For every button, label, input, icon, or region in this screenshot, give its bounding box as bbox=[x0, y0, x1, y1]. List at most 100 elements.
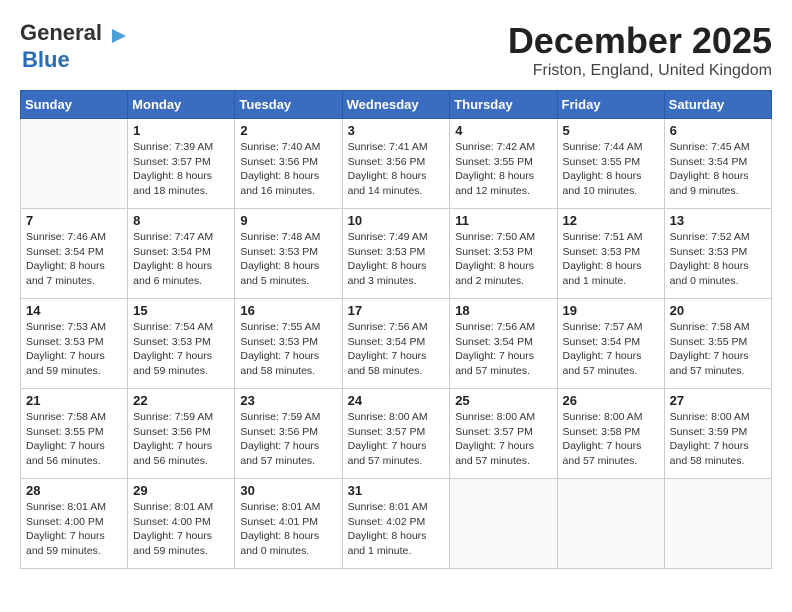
day-info: Sunrise: 8:01 AM Sunset: 4:01 PM Dayligh… bbox=[240, 500, 336, 559]
calendar-cell: 24 Sunrise: 8:00 AM Sunset: 3:57 PM Dayli… bbox=[342, 389, 450, 479]
calendar-cell: 11Sunrise: 7:50 AM Sunset: 3:53 PM Dayli… bbox=[450, 209, 557, 299]
calendar-cell: 2 Sunrise: 7:40 AM Sunset: 3:56 PM Daylig… bbox=[235, 119, 342, 209]
day-number: 21 bbox=[26, 393, 122, 408]
calendar-cell: 16 Sunrise: 7:55 AM Sunset: 3:53 PM Dayli… bbox=[235, 299, 342, 389]
calendar-week: 21Sunrise: 7:58 AM Sunset: 3:55 PM Dayli… bbox=[21, 389, 772, 479]
day-number: 2 bbox=[240, 123, 336, 138]
day-number: 19 bbox=[563, 303, 659, 318]
header-day: Friday bbox=[557, 91, 664, 119]
calendar-cell: 25 Sunrise: 8:00 AM Sunset: 3:57 PM Dayli… bbox=[450, 389, 557, 479]
calendar-cell: 31 Sunrise: 8:01 AM Sunset: 4:02 PM Dayli… bbox=[342, 479, 450, 569]
day-number: 16 bbox=[240, 303, 336, 318]
calendar-cell: 21Sunrise: 7:58 AM Sunset: 3:55 PM Dayli… bbox=[21, 389, 128, 479]
calendar-cell: 1 Sunrise: 7:39 AM Sunset: 3:57 PM Daylig… bbox=[128, 119, 235, 209]
calendar-table: SundayMondayTuesdayWednesdayThursdayFrid… bbox=[20, 90, 772, 569]
day-info: Sunrise: 7:57 AM Sunset: 3:54 PM Dayligh… bbox=[563, 320, 659, 379]
day-info: Sunrise: 7:46 AM Sunset: 3:54 PM Dayligh… bbox=[26, 230, 122, 289]
logo: General Blue bbox=[20, 20, 130, 73]
day-info: Sunrise: 7:41 AM Sunset: 3:56 PM Dayligh… bbox=[348, 140, 445, 199]
calendar-cell: 3 Sunrise: 7:41 AM Sunset: 3:56 PM Daylig… bbox=[342, 119, 450, 209]
day-info: Sunrise: 7:45 AM Sunset: 3:54 PM Dayligh… bbox=[670, 140, 766, 199]
header-day: Monday bbox=[128, 91, 235, 119]
day-number: 18 bbox=[455, 303, 551, 318]
calendar-cell: 26 Sunrise: 8:00 AM Sunset: 3:58 PM Dayli… bbox=[557, 389, 664, 479]
day-info: Sunrise: 7:47 AM Sunset: 3:54 PM Dayligh… bbox=[133, 230, 229, 289]
day-number: 6 bbox=[670, 123, 766, 138]
day-number: 29 bbox=[133, 483, 229, 498]
day-number: 8 bbox=[133, 213, 229, 228]
day-info: Sunrise: 8:00 AM Sunset: 3:59 PM Dayligh… bbox=[670, 410, 766, 469]
day-info: Sunrise: 7:49 AM Sunset: 3:53 PM Dayligh… bbox=[348, 230, 445, 289]
day-info: Sunrise: 7:58 AM Sunset: 3:55 PM Dayligh… bbox=[670, 320, 766, 379]
day-number: 5 bbox=[563, 123, 659, 138]
calendar-cell: 19 Sunrise: 7:57 AM Sunset: 3:54 PM Dayli… bbox=[557, 299, 664, 389]
calendar-cell: 15 Sunrise: 7:54 AM Sunset: 3:53 PM Dayli… bbox=[128, 299, 235, 389]
day-number: 30 bbox=[240, 483, 336, 498]
calendar-cell: 30 Sunrise: 8:01 AM Sunset: 4:01 PM Dayli… bbox=[235, 479, 342, 569]
day-info: Sunrise: 7:53 AM Sunset: 3:53 PM Dayligh… bbox=[26, 320, 122, 379]
calendar-cell: 6 Sunrise: 7:45 AM Sunset: 3:54 PM Daylig… bbox=[664, 119, 771, 209]
calendar-cell: 23Sunrise: 7:59 AM Sunset: 3:56 PM Dayli… bbox=[235, 389, 342, 479]
header-day: Sunday bbox=[21, 91, 128, 119]
logo-line2: Blue bbox=[22, 47, 70, 72]
day-info: Sunrise: 7:56 AM Sunset: 3:54 PM Dayligh… bbox=[455, 320, 551, 379]
logo-icon bbox=[108, 25, 130, 47]
calendar-cell: 7 Sunrise: 7:46 AM Sunset: 3:54 PM Daylig… bbox=[21, 209, 128, 299]
day-number: 14 bbox=[26, 303, 122, 318]
day-number: 3 bbox=[348, 123, 445, 138]
day-number: 1 bbox=[133, 123, 229, 138]
day-info: Sunrise: 8:01 AM Sunset: 4:00 PM Dayligh… bbox=[133, 500, 229, 559]
day-number: 4 bbox=[455, 123, 551, 138]
day-number: 31 bbox=[348, 483, 445, 498]
calendar-cell: 22 Sunrise: 7:59 AM Sunset: 3:56 PM Dayli… bbox=[128, 389, 235, 479]
day-number: 28 bbox=[26, 483, 122, 498]
calendar-cell: 5Sunrise: 7:44 AM Sunset: 3:55 PM Daylig… bbox=[557, 119, 664, 209]
day-info: Sunrise: 8:00 AM Sunset: 3:57 PM Dayligh… bbox=[455, 410, 551, 469]
calendar-cell: 29 Sunrise: 8:01 AM Sunset: 4:00 PM Dayli… bbox=[128, 479, 235, 569]
day-info: Sunrise: 8:01 AM Sunset: 4:02 PM Dayligh… bbox=[348, 500, 445, 559]
day-info: Sunrise: 7:40 AM Sunset: 3:56 PM Dayligh… bbox=[240, 140, 336, 199]
day-info: Sunrise: 8:01 AM Sunset: 4:00 PM Dayligh… bbox=[26, 500, 122, 559]
calendar-cell: 9 Sunrise: 7:48 AM Sunset: 3:53 PM Daylig… bbox=[235, 209, 342, 299]
calendar-cell: 13Sunrise: 7:52 AM Sunset: 3:53 PM Dayli… bbox=[664, 209, 771, 299]
day-info: Sunrise: 8:00 AM Sunset: 3:57 PM Dayligh… bbox=[348, 410, 445, 469]
calendar-week: 28 Sunrise: 8:01 AM Sunset: 4:00 PM Dayli… bbox=[21, 479, 772, 569]
day-info: Sunrise: 7:54 AM Sunset: 3:53 PM Dayligh… bbox=[133, 320, 229, 379]
calendar-cell: 8 Sunrise: 7:47 AM Sunset: 3:54 PM Daylig… bbox=[128, 209, 235, 299]
day-info: Sunrise: 7:42 AM Sunset: 3:55 PM Dayligh… bbox=[455, 140, 551, 199]
calendar-cell: 18 Sunrise: 7:56 AM Sunset: 3:54 PM Dayli… bbox=[450, 299, 557, 389]
day-number: 26 bbox=[563, 393, 659, 408]
day-info: Sunrise: 7:50 AM Sunset: 3:53 PM Dayligh… bbox=[455, 230, 551, 289]
month-title: December 2025 bbox=[508, 20, 772, 62]
day-number: 24 bbox=[348, 393, 445, 408]
day-number: 9 bbox=[240, 213, 336, 228]
header-day: Thursday bbox=[450, 91, 557, 119]
day-info: Sunrise: 7:59 AM Sunset: 3:56 PM Dayligh… bbox=[133, 410, 229, 469]
calendar-cell: 20Sunrise: 7:58 AM Sunset: 3:55 PM Dayli… bbox=[664, 299, 771, 389]
day-info: Sunrise: 7:39 AM Sunset: 3:57 PM Dayligh… bbox=[133, 140, 229, 199]
calendar-cell: 4 Sunrise: 7:42 AM Sunset: 3:55 PM Daylig… bbox=[450, 119, 557, 209]
calendar-cell: 14 Sunrise: 7:53 AM Sunset: 3:53 PM Dayli… bbox=[21, 299, 128, 389]
day-info: Sunrise: 7:55 AM Sunset: 3:53 PM Dayligh… bbox=[240, 320, 336, 379]
day-info: Sunrise: 7:48 AM Sunset: 3:53 PM Dayligh… bbox=[240, 230, 336, 289]
day-number: 15 bbox=[133, 303, 229, 318]
day-number: 7 bbox=[26, 213, 122, 228]
location: Friston, England, United Kingdom bbox=[508, 62, 772, 80]
calendar-cell bbox=[450, 479, 557, 569]
calendar-cell: 28 Sunrise: 8:01 AM Sunset: 4:00 PM Dayli… bbox=[21, 479, 128, 569]
calendar-cell bbox=[664, 479, 771, 569]
day-number: 12 bbox=[563, 213, 659, 228]
calendar-cell bbox=[21, 119, 128, 209]
header-day: Tuesday bbox=[235, 91, 342, 119]
day-number: 27 bbox=[670, 393, 766, 408]
day-number: 17 bbox=[348, 303, 445, 318]
calendar-week: 1 Sunrise: 7:39 AM Sunset: 3:57 PM Daylig… bbox=[21, 119, 772, 209]
logo-line1: General bbox=[20, 20, 102, 45]
calendar-week: 7 Sunrise: 7:46 AM Sunset: 3:54 PM Daylig… bbox=[21, 209, 772, 299]
day-info: Sunrise: 7:56 AM Sunset: 3:54 PM Dayligh… bbox=[348, 320, 445, 379]
day-info: Sunrise: 8:00 AM Sunset: 3:58 PM Dayligh… bbox=[563, 410, 659, 469]
day-number: 23 bbox=[240, 393, 336, 408]
day-number: 10 bbox=[348, 213, 445, 228]
day-number: 25 bbox=[455, 393, 551, 408]
day-number: 22 bbox=[133, 393, 229, 408]
